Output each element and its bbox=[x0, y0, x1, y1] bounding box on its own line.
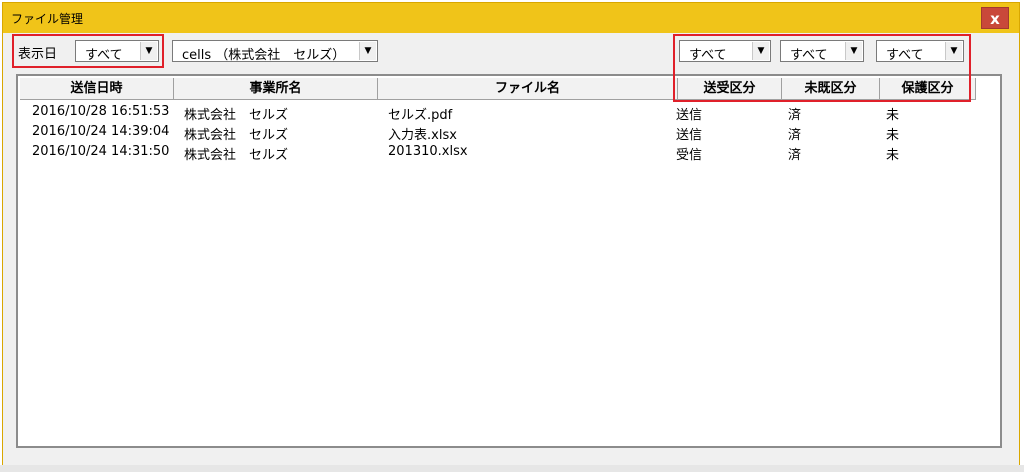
cell-read-status: 済 bbox=[788, 128, 802, 143]
cell-sent-datetime: 2016/10/24 14:31:50 bbox=[32, 144, 170, 159]
cell-read-status: 済 bbox=[788, 148, 802, 163]
cell-sent-datetime: 2016/10/28 16:51:53 bbox=[32, 104, 170, 119]
cell-send-recv: 受信 bbox=[676, 148, 703, 163]
cell-office-name: 株式会社 セルズ bbox=[184, 108, 289, 123]
chevron-down-icon[interactable]: ▼ bbox=[140, 42, 157, 60]
column-header-read-status[interactable]: 未既区分 bbox=[782, 78, 880, 100]
cell-send-recv: 送信 bbox=[676, 128, 703, 143]
chevron-down-icon[interactable]: ▼ bbox=[359, 42, 376, 60]
chevron-down-icon[interactable]: ▼ bbox=[752, 42, 769, 60]
protect-filter-value: すべて bbox=[886, 48, 924, 63]
date-filter-dropdown[interactable]: すべて ▼ bbox=[75, 40, 159, 63]
cell-protect-status: 未 bbox=[886, 128, 900, 143]
display-date-label: 表示日 bbox=[18, 47, 58, 62]
cell-office-name: 株式会社 セルズ bbox=[184, 148, 289, 163]
office-filter-dropdown[interactable]: cells （株式会社 セルズ） ▼ bbox=[172, 40, 378, 63]
cell-protect-status: 未 bbox=[886, 108, 900, 123]
cell-read-status: 済 bbox=[788, 108, 802, 123]
cell-protect-status: 未 bbox=[886, 148, 900, 163]
cell-sent-datetime: 2016/10/24 14:39:04 bbox=[32, 124, 170, 139]
chevron-down-icon[interactable]: ▼ bbox=[845, 42, 862, 60]
date-filter-value: すべて bbox=[85, 48, 123, 63]
cell-file-name: 201310.xlsx bbox=[388, 144, 468, 159]
cell-file-name: セルズ.pdf bbox=[388, 108, 453, 123]
office-filter-value: cells （株式会社 セルズ） bbox=[182, 48, 346, 63]
list-header: 送信日時 事業所名 ファイル名 送受区分 未既区分 保護区分 bbox=[20, 78, 998, 100]
column-header-office-name[interactable]: 事業所名 bbox=[174, 78, 378, 100]
file-list[interactable]: 送信日時 事業所名 ファイル名 送受区分 未既区分 保護区分 2016/10/2… bbox=[16, 74, 1002, 448]
column-header-protect-status[interactable]: 保護区分 bbox=[880, 78, 976, 100]
chevron-down-icon[interactable]: ▼ bbox=[945, 42, 962, 60]
read-filter-dropdown[interactable]: すべて ▼ bbox=[780, 40, 864, 63]
column-header-file-name[interactable]: ファイル名 bbox=[378, 78, 678, 100]
cell-file-name: 入力表.xlsx bbox=[388, 128, 457, 143]
close-button[interactable]: x bbox=[981, 7, 1009, 29]
column-header-sent-datetime[interactable]: 送信日時 bbox=[20, 78, 174, 100]
cell-office-name: 株式会社 セルズ bbox=[184, 128, 289, 143]
read-filter-value: すべて bbox=[790, 48, 828, 63]
column-header-send-recv[interactable]: 送受区分 bbox=[678, 78, 782, 100]
cell-send-recv: 送信 bbox=[676, 108, 703, 123]
window-title: ファイル管理 bbox=[11, 12, 84, 26]
title-bar: ファイル管理 x bbox=[3, 3, 1019, 33]
send-recv-filter-dropdown[interactable]: すべて ▼ bbox=[679, 40, 771, 63]
bottom-frame bbox=[0, 465, 1024, 472]
send-recv-filter-value: すべて bbox=[689, 48, 727, 63]
protect-filter-dropdown[interactable]: すべて ▼ bbox=[876, 40, 964, 63]
